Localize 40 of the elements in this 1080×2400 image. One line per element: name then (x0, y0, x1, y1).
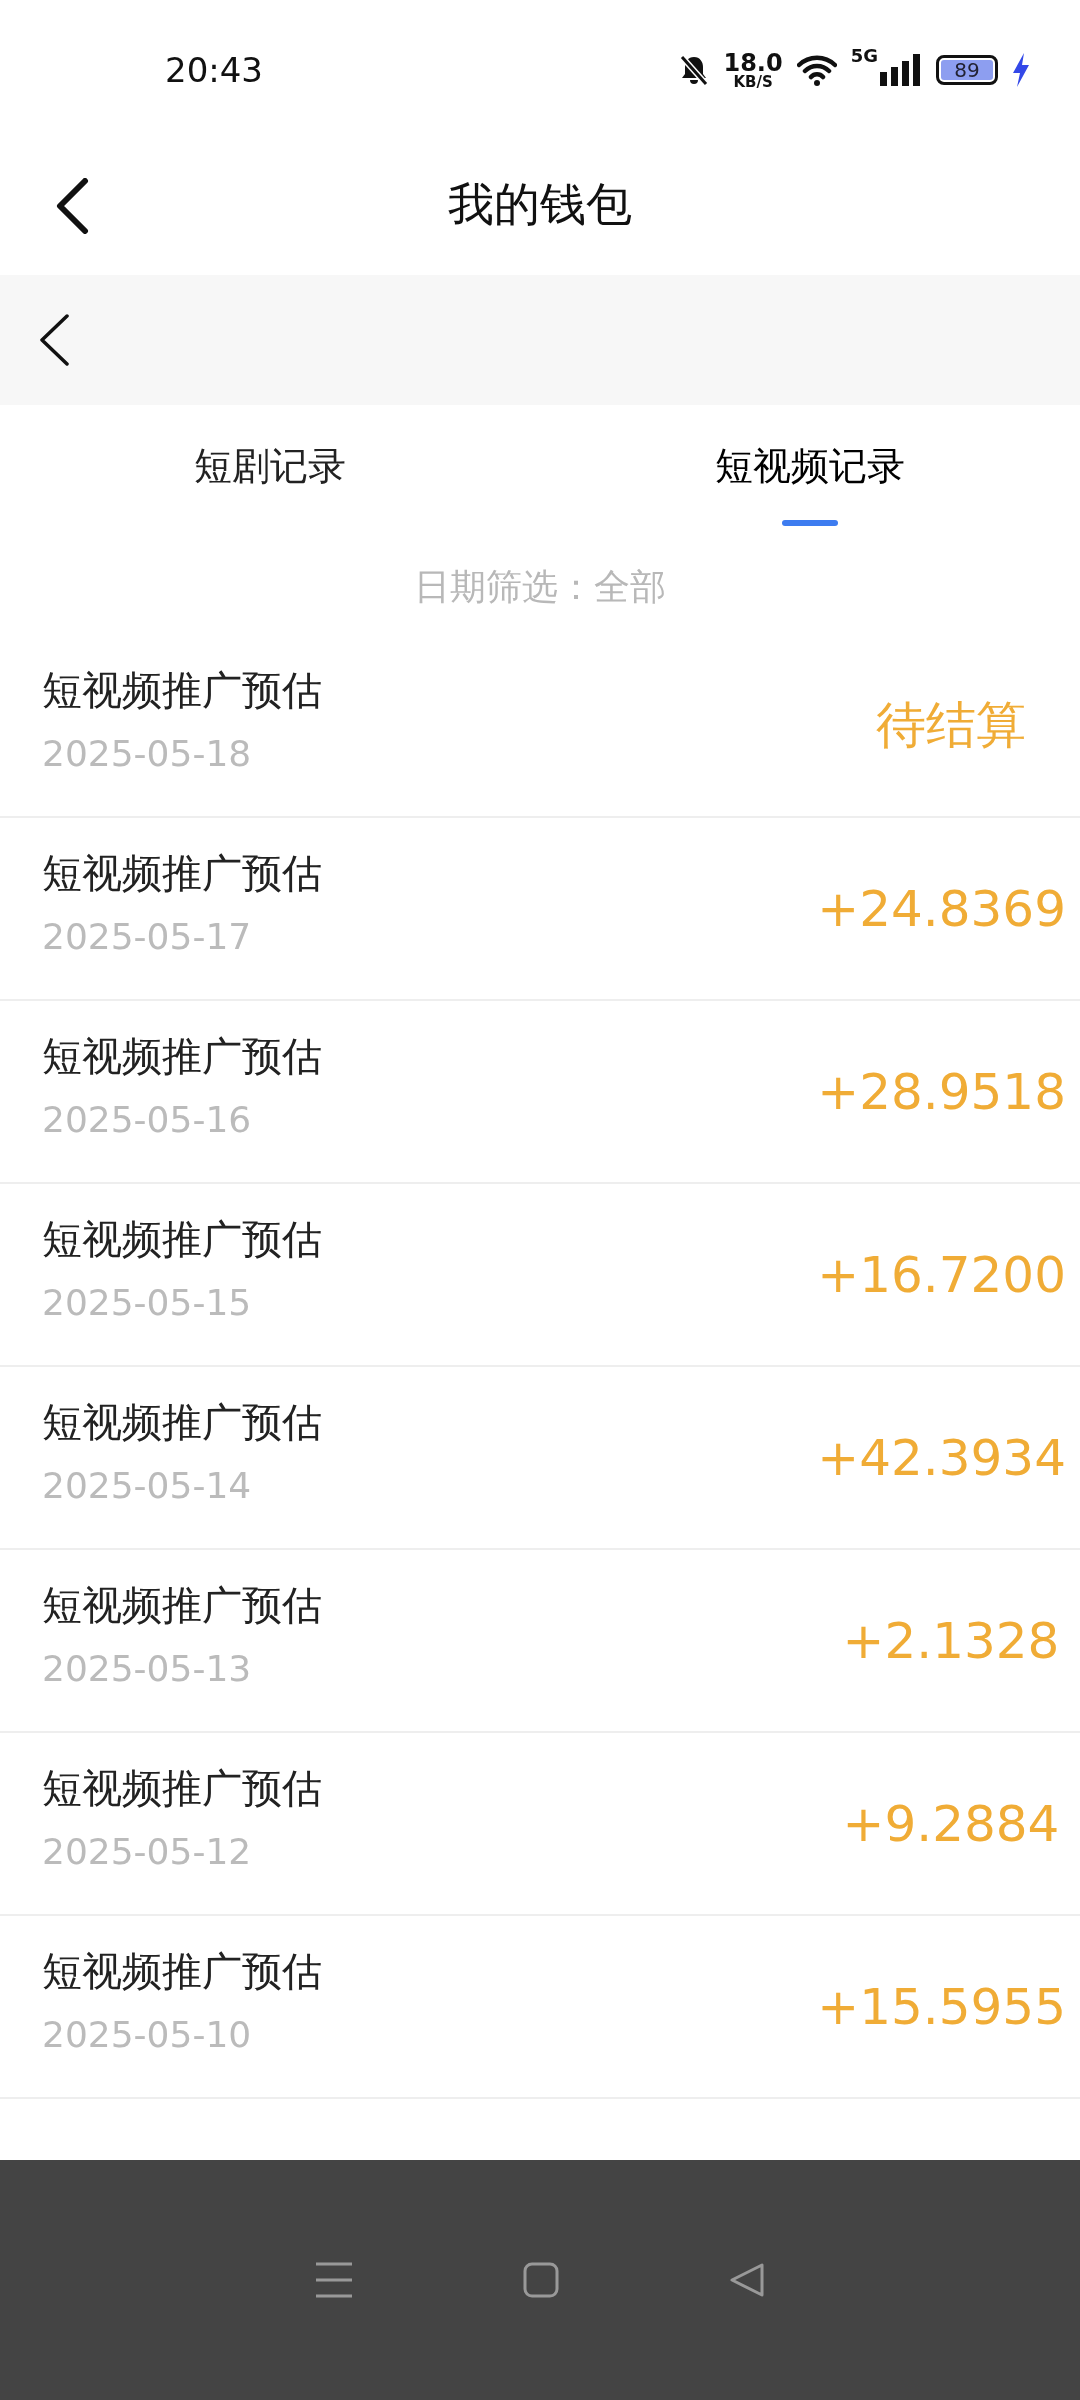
record-amount: +28.9518 (817, 1062, 1066, 1121)
speed-unit: KB/S (733, 74, 773, 90)
clock: 20:43 (165, 50, 263, 90)
record-title: 短视频推广预估 (42, 1583, 322, 1627)
record-title: 短视频推广预估 (42, 1766, 322, 1810)
tab[interactable]: 短视频记录 (540, 405, 1080, 540)
menu-icon[interactable] (315, 2262, 353, 2298)
back-icon[interactable] (55, 178, 89, 234)
record-date: 2025-05-12 (42, 1832, 253, 1872)
back-icon[interactable] (38, 314, 70, 366)
record-date: 2025-05-16 (42, 1100, 253, 1140)
record-date: 2025-05-18 (42, 734, 253, 774)
record-date: 2025-05-15 (42, 1283, 253, 1323)
network-speed: 18.0 (723, 50, 783, 75)
record-date: 2025-05-10 (42, 2015, 253, 2055)
record-amount: +16.7200 (817, 1245, 1066, 1304)
record-amount: +42.3934 (817, 1428, 1066, 1487)
signal-icon (880, 54, 922, 86)
record-title: 短视频推广预估 (42, 1949, 322, 1993)
record-amount: +2.1328 (841, 1611, 1061, 1670)
record-title: 短视频推广预估 (42, 1034, 322, 1078)
record-amount: +15.5955 (817, 1977, 1066, 2036)
record-amount: +9.2884 (841, 1794, 1061, 1853)
tab[interactable]: 短剧记录 (0, 405, 540, 540)
record-amount: 待结算 (875, 695, 1027, 756)
record-date: 2025-05-17 (42, 917, 253, 957)
record-date: 2025-05-13 (42, 1649, 253, 1689)
battery-level: 89 (954, 58, 980, 82)
wifi-icon (796, 54, 837, 86)
page-title: 我的钱包 (447, 176, 633, 233)
record-amount: +24.8369 (817, 879, 1066, 938)
record-title: 短视频推广预估 (42, 1400, 322, 1444)
bell-muted-icon (679, 54, 710, 86)
record-title: 短视频推广预估 (42, 668, 322, 712)
tab-indicator (782, 520, 838, 526)
record-title: 短视频推广预估 (42, 851, 322, 895)
network-type: 5G (850, 44, 878, 66)
home-icon[interactable] (523, 2262, 559, 2298)
record-title: 短视频推广预估 (42, 1217, 322, 1261)
record-date: 2025-05-14 (42, 1466, 253, 1506)
